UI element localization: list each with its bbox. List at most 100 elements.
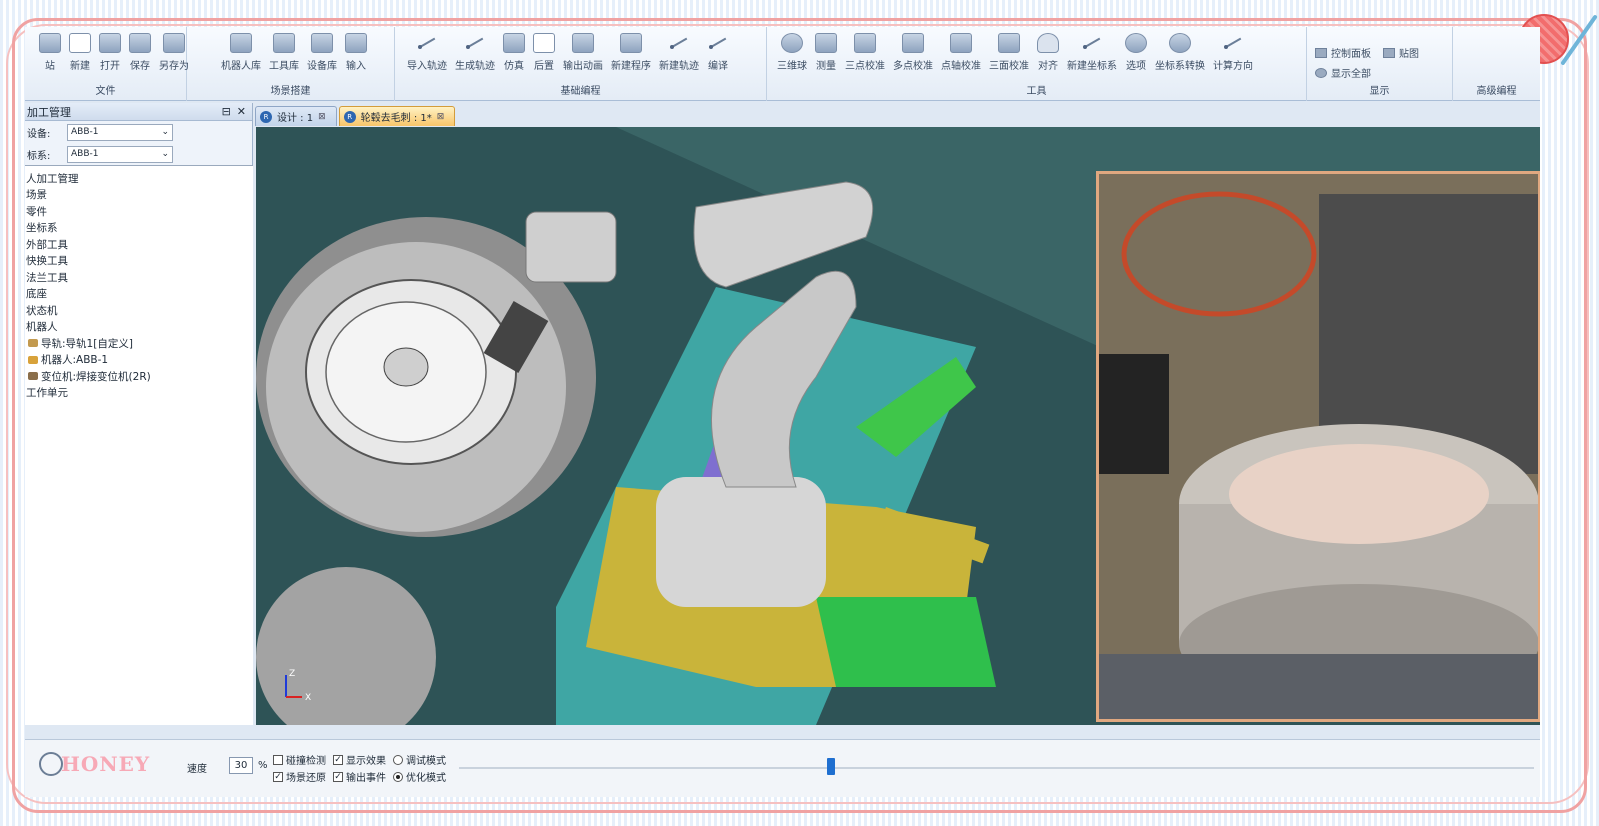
checkmark-icon: ✓ (333, 771, 343, 782)
tree-item-flange-tools[interactable]: 法兰工具 (26, 269, 253, 286)
tree-item-state-machine[interactable]: 状态机 (26, 302, 253, 319)
tree-item-robot-abb[interactable]: 机器人:ABB-1 (26, 352, 253, 369)
speed-input[interactable]: 30 (229, 757, 253, 774)
control-panel-button[interactable]: 控制面板 (1315, 45, 1371, 60)
align-button[interactable]: 对齐 (1033, 33, 1063, 81)
show-effect-checkbox[interactable]: ✓ 显示效果 (333, 752, 386, 767)
close-icon[interactable]: ✕ (237, 105, 246, 118)
ribbon-group-scene: 机器人库 工具库 设备库 输入 场景搭建 (187, 27, 395, 101)
new-path-button[interactable]: 新建轨迹 (655, 33, 703, 81)
close-icon[interactable]: ⊠ (318, 112, 326, 122)
speed-label: 速度 (187, 764, 207, 775)
play-icon (503, 33, 525, 53)
tab-hub-deburring[interactable]: R 轮毂去毛刺 : 1* ⊠ (338, 106, 456, 126)
play-icon[interactable] (39, 752, 63, 776)
group-title-file: 文件 (95, 86, 116, 97)
tree-item-root[interactable]: 人加工管理 (26, 170, 253, 187)
ribbon-group-tools: 三维球 测量 三点校准 多点校准 点轴校准 三面校准 对齐 新建坐标系 选项 坐… (767, 27, 1307, 101)
chevron-down-icon: ⌄ (161, 127, 169, 137)
close-circle-icon (1125, 33, 1147, 53)
timeline-track[interactable] (459, 767, 1534, 769)
frame-convert-button[interactable]: 坐标系转换 (1151, 33, 1209, 81)
three-point-calibration-button[interactable]: 三点校准 (841, 33, 889, 81)
calc-direction-button[interactable]: 计算方向 (1209, 33, 1257, 81)
tool-library-button[interactable]: 工具库 (265, 33, 303, 81)
export-animation-button[interactable]: 输出动画 (559, 33, 607, 81)
tree-item-positioner[interactable]: 变位机:焊接变位机(2R) (26, 368, 253, 385)
frame-select[interactable]: ABB-1 ⌄ (67, 145, 173, 163)
group-title-advanced: 高级编程 (1476, 86, 1517, 97)
camera-photo-inset (1096, 171, 1540, 722)
new-program-icon (620, 33, 642, 53)
ruler-icon (815, 33, 837, 53)
tree-item-scene[interactable]: 场景 (26, 187, 253, 204)
multi-point-calibration-button[interactable]: 多点校准 (889, 33, 937, 81)
new-button[interactable]: 新建 (65, 33, 95, 81)
tree-item-base[interactable]: 底座 (26, 286, 253, 303)
app-logo-icon: R (260, 110, 272, 123)
input-icon (345, 33, 367, 53)
import-path-button[interactable]: 导入轨迹 (403, 33, 451, 81)
close-icon[interactable]: ⊠ (437, 112, 445, 122)
timeline-thumb[interactable] (827, 758, 835, 775)
tree-item-frames[interactable]: 坐标系 (26, 220, 253, 237)
new-frame-button[interactable]: 新建坐标系 (1063, 33, 1121, 81)
ribbon-toolbar: 站 新建 打开 保存 另存为 文件 机器人库 工具库 设备库 输入 场景搭建 导… (25, 27, 1540, 101)
new-program-button[interactable]: 新建程序 (607, 33, 655, 81)
three-plane-calibration-button[interactable]: 三面校准 (985, 33, 1033, 81)
three-point-icon (854, 33, 876, 53)
honey-watermark: HONEY (61, 752, 151, 776)
scene-restore-checkbox[interactable]: ✓ 场景还原 (273, 769, 326, 784)
document-icon (533, 33, 555, 53)
tree-item-quick-change-tools[interactable]: 快换工具 (26, 253, 253, 270)
panel-title: 加工管理 (27, 105, 71, 119)
group-title-basic-programming: 基础编程 (560, 86, 601, 97)
device-library-button[interactable]: 设备库 (303, 33, 341, 81)
tree-item-rail[interactable]: 导轨:导轨1[自定义] (26, 335, 253, 352)
robot-mount (816, 597, 996, 687)
options-button[interactable]: 选项 (1121, 33, 1151, 81)
device-select[interactable]: ABB-1 ⌄ (67, 123, 173, 141)
app-logo-icon: R (343, 110, 356, 123)
output-event-checkbox[interactable]: ✓ 输出事件 (333, 769, 386, 784)
tool-icon (273, 33, 295, 53)
post-process-button[interactable]: 后置 (529, 33, 559, 81)
tree-item-parts[interactable]: 零件 (26, 203, 253, 220)
direction-icon (1222, 33, 1244, 53)
tree-item-robots[interactable]: 机器人 (26, 319, 253, 336)
panel-icon (1315, 47, 1327, 58)
robot-arm-icon (230, 33, 252, 53)
device-icon (311, 33, 333, 53)
save-button[interactable]: 保存 (125, 33, 155, 81)
tree-item-work-cell[interactable]: 工作单元 (26, 385, 253, 402)
pin-icon[interactable]: ⊟ (222, 105, 231, 118)
new-path-icon (668, 33, 690, 53)
texture-button[interactable]: 贴图 (1383, 45, 1419, 60)
save-icon (129, 33, 151, 53)
ribbon-group-advanced: 高级编程 (1453, 27, 1540, 101)
collision-check-checkbox[interactable]: 碰撞检测 (273, 752, 326, 767)
open-icon (99, 33, 121, 53)
point-axis-calibration-button[interactable]: 点轴校准 (937, 33, 985, 81)
robot-library-button[interactable]: 机器人库 (217, 33, 265, 81)
input-button[interactable]: 输入 (341, 33, 371, 81)
compile-button[interactable]: 编译 (703, 33, 733, 81)
generate-path-icon (464, 33, 486, 53)
simulate-button[interactable]: 仿真 (499, 33, 529, 81)
positioner-base (256, 567, 436, 725)
new-file-icon (69, 33, 91, 53)
optimize-mode-radio[interactable]: 优化模式 (393, 769, 446, 784)
generate-path-button[interactable]: 生成轨迹 (451, 33, 499, 81)
x-axis-label: X (305, 693, 311, 703)
3d-ball-button[interactable]: 三维球 (773, 33, 811, 81)
tree-item-external-tools[interactable]: 外部工具 (26, 236, 253, 253)
tab-design[interactable]: R 设计 : 1 ⊠ (255, 106, 337, 126)
process-tree: 人加工管理 场景 零件 坐标系 外部工具 快换工具 法兰工具 底座 状态机 机器… (25, 165, 253, 725)
measure-button[interactable]: 测量 (811, 33, 841, 81)
rail-icon (28, 339, 38, 348)
open-button[interactable]: 打开 (95, 33, 125, 81)
station-button[interactable]: 站 (35, 33, 65, 81)
debug-mode-radio[interactable]: 调试模式 (393, 752, 446, 767)
show-all-button[interactable]: 显示全部 (1315, 65, 1371, 80)
ribbon-group-display: 控制面板 贴图 显示全部 显示 (1307, 27, 1453, 101)
